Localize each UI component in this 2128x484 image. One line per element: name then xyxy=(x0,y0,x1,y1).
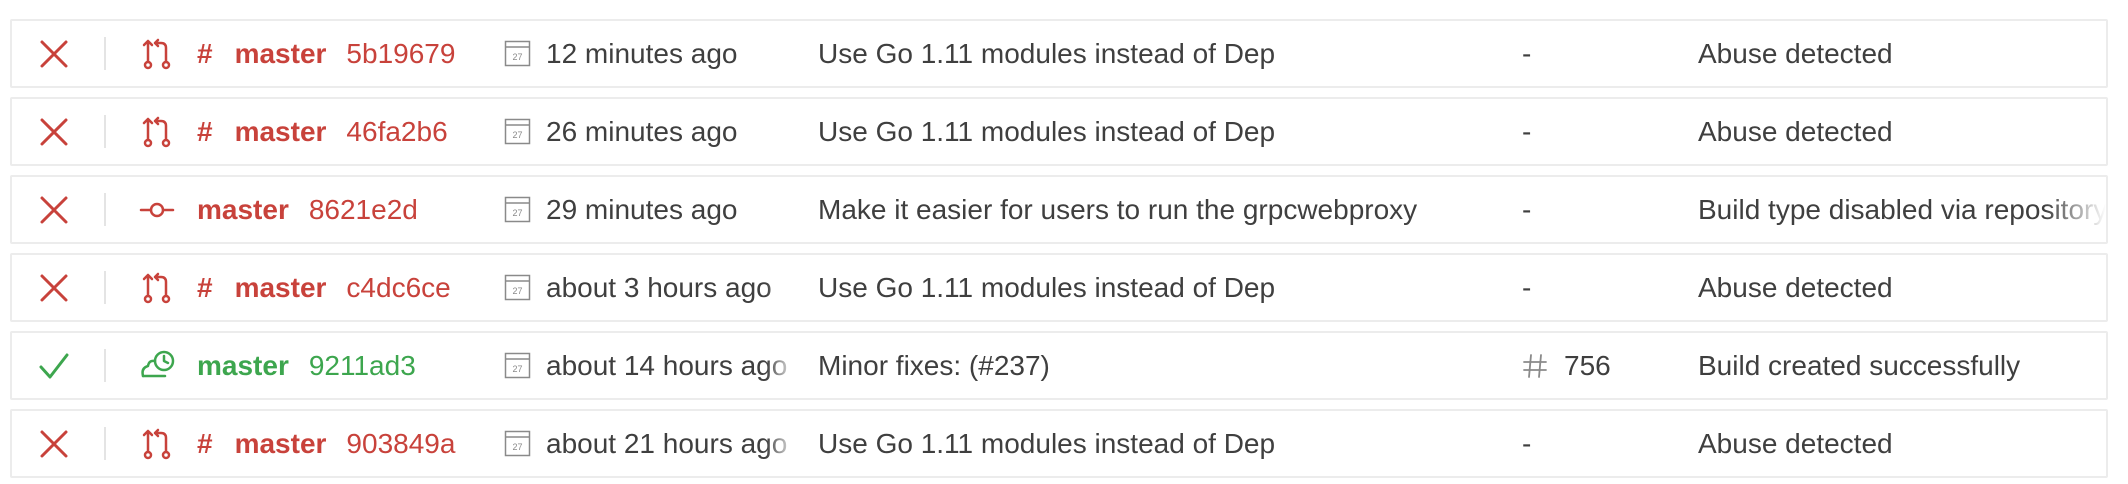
cross-icon xyxy=(34,177,74,242)
build-time: about 14 hours ago xyxy=(546,349,788,381)
build-row[interactable]: # master c4dc6ce 27 about 3 hours ago Us… xyxy=(10,253,2108,322)
build-time: about 3 hours ago xyxy=(546,271,772,303)
request-status: Build created successfully xyxy=(1698,349,2021,381)
branch-name[interactable]: master xyxy=(235,428,327,460)
svg-text:27: 27 xyxy=(512,130,522,140)
branch-link[interactable]: # master 46fa2b6 xyxy=(197,99,448,164)
branch-name[interactable]: master xyxy=(235,38,327,70)
commit-message: Use Go 1.11 modules instead of Dep xyxy=(818,37,1276,69)
cross-icon xyxy=(34,21,74,86)
calendar-icon: 27 xyxy=(502,255,532,320)
svg-text:27: 27 xyxy=(512,52,522,62)
pr-hash: # xyxy=(197,115,213,147)
commit-message: Make it easier for users to run the grpc… xyxy=(818,193,1418,225)
request-status: Abuse detected xyxy=(1698,37,1893,69)
build-request-list: # master 5b19679 27 12 minutes ago Use G… xyxy=(0,0,2128,484)
hash-icon xyxy=(1523,353,1547,378)
branch-name[interactable]: master xyxy=(197,350,289,382)
branch-link[interactable]: # master c4dc6ce xyxy=(197,255,451,320)
calendar-icon: 27 xyxy=(502,411,532,476)
commit-sha[interactable]: c4dc6ce xyxy=(346,272,450,304)
build-number: - xyxy=(1522,115,1532,147)
request-status: Abuse detected xyxy=(1698,271,1893,303)
build-row[interactable]: # master 46fa2b6 27 26 minutes ago Use G… xyxy=(10,97,2108,166)
build-number: - xyxy=(1522,427,1532,459)
calendar-icon: 27 xyxy=(502,333,532,398)
branch-link[interactable]: master 9211ad3 xyxy=(197,333,416,398)
branch-name[interactable]: master xyxy=(197,194,289,226)
divider xyxy=(104,193,106,226)
request-status: Abuse detected xyxy=(1698,115,1893,147)
branch-link[interactable]: # master 5b19679 xyxy=(197,21,455,86)
build-number[interactable]: 756 xyxy=(1564,350,1611,382)
build-time: 12 minutes ago xyxy=(546,37,738,69)
request-status: Abuse detected xyxy=(1698,427,1893,459)
divider xyxy=(104,37,106,70)
cron-icon xyxy=(132,333,182,398)
commit-message: Use Go 1.11 modules instead of Dep xyxy=(818,271,1276,303)
build-time: about 21 hours ago xyxy=(546,427,788,459)
build-row[interactable]: # master 5b19679 27 12 minutes ago Use G… xyxy=(10,19,2108,88)
commit-sha[interactable]: 5b19679 xyxy=(346,38,455,70)
build-link[interactable]: 756 xyxy=(1522,333,1692,398)
calendar-icon: 27 xyxy=(502,21,532,86)
commit-icon xyxy=(132,177,182,242)
build-number: - xyxy=(1522,193,1532,225)
cross-icon xyxy=(34,255,74,320)
divider xyxy=(104,349,106,382)
build-number: - xyxy=(1522,271,1532,303)
cross-icon xyxy=(34,411,74,476)
commit-sha[interactable]: 9211ad3 xyxy=(309,350,416,382)
build-time: 26 minutes ago xyxy=(546,115,738,147)
commit-sha[interactable]: 46fa2b6 xyxy=(346,116,447,148)
pull-request-icon xyxy=(132,21,182,86)
svg-text:27: 27 xyxy=(512,442,522,452)
build-row[interactable]: master 9211ad3 27 about 14 hours ago Min… xyxy=(10,331,2108,400)
svg-text:27: 27 xyxy=(512,364,522,374)
cross-icon xyxy=(34,99,74,164)
commit-sha[interactable]: 903849a xyxy=(346,428,455,460)
divider xyxy=(104,115,106,148)
branch-name[interactable]: master xyxy=(235,272,327,304)
calendar-icon: 27 xyxy=(502,177,532,242)
calendar-icon: 27 xyxy=(502,99,532,164)
pull-request-icon xyxy=(132,99,182,164)
pr-hash: # xyxy=(197,37,213,69)
check-icon xyxy=(34,333,74,398)
svg-text:27: 27 xyxy=(512,208,522,218)
request-status: Build type disabled via repository setti… xyxy=(1698,193,2106,225)
build-number: - xyxy=(1522,37,1532,69)
pr-hash: # xyxy=(197,271,213,303)
branch-name[interactable]: master xyxy=(235,116,327,148)
pr-hash: # xyxy=(197,427,213,459)
build-row[interactable]: master 8621e2d 27 29 minutes ago Make it… xyxy=(10,175,2108,244)
divider xyxy=(104,271,106,304)
branch-link[interactable]: # master 903849a xyxy=(197,411,455,476)
commit-message: Minor fixes: (#237) xyxy=(818,349,1050,381)
branch-link[interactable]: master 8621e2d xyxy=(197,177,418,242)
commit-message: Use Go 1.11 modules instead of Dep xyxy=(818,427,1276,459)
pull-request-icon xyxy=(132,255,182,320)
build-time: 29 minutes ago xyxy=(546,193,738,225)
divider xyxy=(104,427,106,460)
commit-sha[interactable]: 8621e2d xyxy=(309,194,418,226)
commit-message: Use Go 1.11 modules instead of Dep xyxy=(818,115,1276,147)
svg-text:27: 27 xyxy=(512,286,522,296)
build-row[interactable]: # master 903849a 27 about 21 hours ago U… xyxy=(10,409,2108,478)
pull-request-icon xyxy=(132,411,182,476)
